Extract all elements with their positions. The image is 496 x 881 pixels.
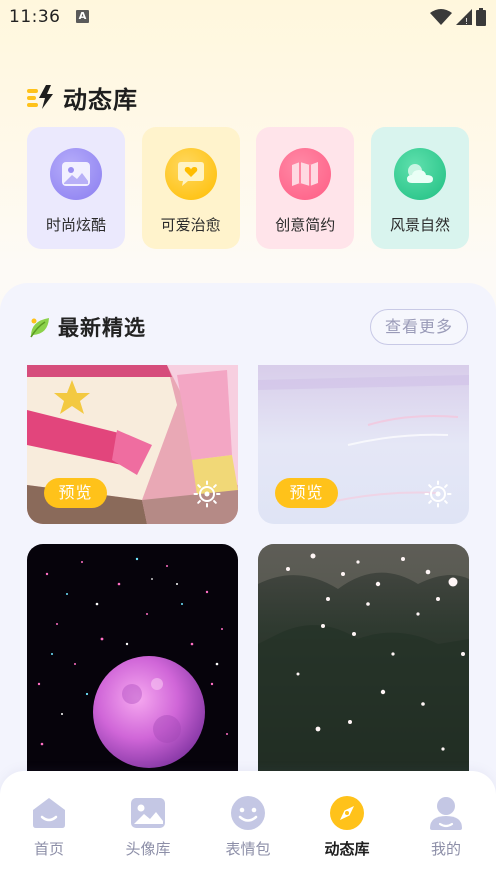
page-header: 动态库 (27, 80, 138, 114)
settings-icon[interactable] (424, 480, 452, 508)
heart-chat-icon (164, 148, 217, 200)
nav-label: 表情包 (225, 840, 271, 858)
home-icon (29, 793, 69, 833)
bottom-navigation: 首页 头像库 表情包 动态库 我的 (0, 771, 496, 881)
wallpaper-tile-anime[interactable]: 预览 (27, 365, 238, 524)
category-label: 可爱治愈 (160, 216, 221, 234)
battery-icon (476, 8, 486, 26)
preview-badge[interactable]: 预览 (275, 478, 338, 508)
nav-label: 我的 (430, 840, 461, 858)
category-label: 时尚炫酷 (45, 216, 106, 234)
nav-item-avatars[interactable]: 头像库 (108, 793, 188, 859)
category-nature[interactable]: 风景自然 (370, 127, 469, 249)
page-title: 动态库 (63, 85, 138, 114)
cloud-sun-icon (393, 148, 446, 200)
signal-icon: ! (456, 9, 472, 25)
category-label: 风景自然 (389, 216, 450, 234)
leaf-icon (30, 318, 49, 338)
smile-icon (228, 793, 268, 833)
category-creative[interactable]: 创意简约 (256, 127, 355, 249)
category-fashion[interactable]: 时尚炫酷 (27, 127, 125, 249)
user-icon (426, 793, 466, 833)
compass-icon (327, 793, 367, 833)
image-icon (128, 793, 168, 833)
wallpaper-image (258, 544, 469, 784)
map-icon (279, 148, 332, 200)
svg-text:!: ! (465, 17, 468, 25)
wallpaper-tile-sky[interactable]: 预览 (258, 365, 469, 524)
status-bar: 11:36 A ! (0, 0, 496, 36)
wallpaper-tile-forest[interactable] (258, 544, 469, 784)
preview-badge[interactable]: 预览 (44, 478, 107, 508)
notification-icon: A (76, 10, 89, 23)
nav-item-home[interactable]: 首页 (9, 793, 89, 859)
nav-item-profile[interactable]: 我的 (406, 793, 486, 859)
wallpaper-image (27, 544, 238, 784)
nav-item-stickers[interactable]: 表情包 (208, 793, 288, 859)
nav-label: 首页 (33, 840, 64, 858)
nav-label: 动态库 (324, 840, 370, 858)
view-more-button[interactable]: 查看更多 (370, 309, 468, 345)
wallpaper-tile-moon[interactable] (27, 544, 238, 784)
settings-icon[interactable] (193, 480, 221, 508)
category-label: 创意简约 (275, 216, 336, 234)
status-indicators: ! (430, 8, 486, 26)
category-row: 时尚炫酷 可爱治愈 创意简约 风景自然 (27, 127, 469, 249)
section-header: 最新精选 (28, 312, 146, 342)
lightning-icon (27, 85, 53, 109)
status-time: 11:36 (9, 7, 61, 27)
section-title: 最新精选 (58, 316, 146, 340)
nav-label: 头像库 (125, 840, 171, 858)
nav-item-dynamic[interactable]: 动态库 (307, 793, 387, 859)
image-icon (50, 148, 102, 200)
wifi-icon (430, 9, 452, 25)
category-cute[interactable]: 可爱治愈 (141, 127, 240, 249)
